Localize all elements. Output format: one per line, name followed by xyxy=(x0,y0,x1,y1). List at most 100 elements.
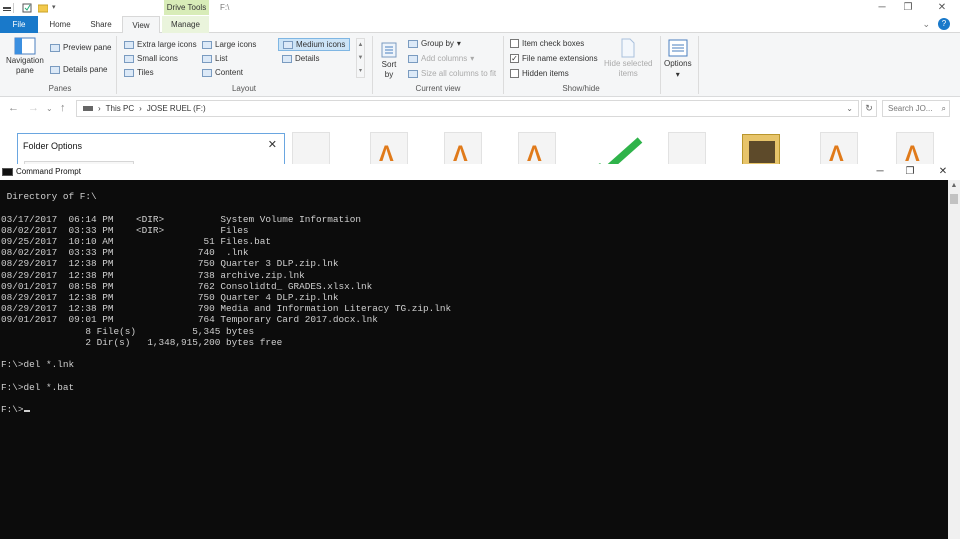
console-line: Directory of F:\ xyxy=(1,191,97,203)
close-icon[interactable]: ✕ xyxy=(932,2,952,13)
new-folder-icon[interactable] xyxy=(37,3,49,13)
large-icons-label: Large icons xyxy=(215,40,257,49)
options-button[interactable]: Options ▾ xyxy=(664,39,692,79)
medium-icons-icon xyxy=(283,40,293,49)
content-option[interactable]: Content xyxy=(202,68,243,77)
medium-icons-label: Medium icons xyxy=(296,40,346,49)
command-prompt-icon xyxy=(2,168,13,176)
forward-arrow-icon[interactable]: → xyxy=(28,102,39,114)
command-prompt-title: Command Prompt xyxy=(16,167,81,176)
item-check-boxes-label: Item check boxes xyxy=(522,39,585,48)
console-line: 03/17/2017 06:14 PM <DIR> System Volume … xyxy=(1,213,362,225)
address-dropdown-icon[interactable]: ⌄ xyxy=(846,101,853,116)
large-icons-icon xyxy=(202,40,212,49)
details-option[interactable]: Details xyxy=(282,54,319,63)
text-cursor xyxy=(23,410,30,413)
close-icon[interactable]: ✕ xyxy=(935,164,951,180)
add-columns-label: Add columns xyxy=(421,54,468,63)
drive-icon xyxy=(83,106,93,111)
tab-share[interactable]: Share xyxy=(84,16,118,33)
tab-manage[interactable]: Manage xyxy=(162,16,209,33)
large-icons-option[interactable]: Large icons xyxy=(202,40,256,49)
tiles-option[interactable]: Tiles xyxy=(124,68,154,77)
chevron-down-icon: ▾ xyxy=(470,54,475,63)
breadcrumb-this-pc[interactable]: This PC xyxy=(106,101,134,116)
details-pane-button[interactable]: Details pane xyxy=(50,65,107,74)
chevron-down-icon: ▾ xyxy=(675,70,680,79)
console-line: 2 Dir(s) 1,348,915,200 bytes free xyxy=(1,336,283,348)
expand-ribbon-icon[interactable]: ⌄ xyxy=(922,19,930,30)
console-line: 09/01/2017 08:58 PM 762 Consolidtd_ GRAD… xyxy=(1,280,373,292)
console-output[interactable]: Directory of F:\ 03/17/2017 06:14 PM <DI… xyxy=(0,180,948,539)
list-label: List xyxy=(215,54,228,63)
minimize-icon[interactable]: ─ xyxy=(872,164,888,180)
window-menu-icon[interactable] xyxy=(2,3,12,13)
address-bar[interactable]: › This PC › JOSE RUEL (F:) ⌄ xyxy=(76,100,859,117)
back-arrow-icon[interactable]: ← xyxy=(8,102,19,114)
hidden-items-toggle[interactable]: Hidden items xyxy=(510,69,569,78)
tab-home[interactable]: Home xyxy=(44,16,76,33)
layout-scroll-buttons[interactable]: ▲ ▼ ▾ xyxy=(356,38,365,78)
preview-pane-button[interactable]: Preview pane xyxy=(50,43,111,52)
options-icon xyxy=(668,39,688,57)
scrollbar-thumb[interactable] xyxy=(950,194,958,204)
group-by-button[interactable]: Group by ▾ xyxy=(408,39,461,48)
sort-by-button[interactable]: Sort by xyxy=(380,41,398,79)
list-icon xyxy=(202,54,212,63)
properties-icon[interactable] xyxy=(22,3,32,13)
file-name-extensions-label: File name extensions xyxy=(522,54,598,63)
recent-locations-icon[interactable]: ⌄ xyxy=(46,104,53,113)
hide-selected-items-button[interactable]: Hide selected items xyxy=(604,38,652,78)
extra-large-icons-option[interactable]: Extra large icons xyxy=(124,40,197,49)
sort-by-label-2: by xyxy=(384,70,394,79)
search-input[interactable]: Search JO... ⌕ xyxy=(882,100,950,117)
refresh-icon[interactable]: ↻ xyxy=(861,100,877,117)
navigation-pane-button[interactable]: Navigation pane xyxy=(6,37,44,75)
image-thumbnail-icon xyxy=(749,141,775,163)
size-all-columns-button[interactable]: Size all columns to fit xyxy=(408,69,496,78)
window-title: F:\ xyxy=(220,3,230,12)
small-icons-option[interactable]: Small icons xyxy=(124,54,178,63)
content-label: Content xyxy=(215,68,244,77)
item-check-boxes-checkbox[interactable] xyxy=(510,39,519,48)
maximize-icon[interactable]: ❐ xyxy=(898,2,918,13)
ribbon-divider xyxy=(698,36,699,94)
list-option[interactable]: List xyxy=(202,54,227,63)
item-check-boxes-toggle[interactable]: Item check boxes xyxy=(510,39,584,48)
file-name-extensions-toggle[interactable]: ✓ File name extensions xyxy=(510,54,598,63)
scroll-up-icon[interactable]: ▲ xyxy=(948,180,960,192)
medium-icons-option[interactable]: Medium icons xyxy=(278,38,351,51)
explorer-title-bar: ▾ Drive Tools F:\ ─ ❐ ✕ xyxy=(0,0,960,16)
details-label: Details xyxy=(295,54,320,63)
ribbon-divider xyxy=(372,36,373,94)
tiles-label: Tiles xyxy=(137,68,154,77)
navigation-pane-icon xyxy=(14,37,36,55)
minimize-icon[interactable]: ─ xyxy=(872,2,892,13)
maximize-icon[interactable]: ❐ xyxy=(902,164,918,180)
hide-selected-label-2: items xyxy=(618,69,638,78)
details-pane-icon xyxy=(50,65,60,74)
command-prompt-title-bar: Command Prompt ─ ❐ ✕ xyxy=(0,164,960,180)
drive-tools-context-label: Drive Tools xyxy=(164,0,209,15)
command-prompt-window: Command Prompt ─ ❐ ✕ Directory of F:\ 03… xyxy=(0,164,960,539)
tiles-icon xyxy=(124,68,134,77)
navigation-pane-label-2: pane xyxy=(16,66,34,75)
file-name-extensions-checkbox[interactable]: ✓ xyxy=(510,54,519,63)
ribbon-view: Navigation pane Preview pane Details pan… xyxy=(0,33,960,97)
quick-access-dropdown-icon[interactable]: ▾ xyxy=(52,3,62,13)
show-hide-group-label: Show/hide xyxy=(562,84,600,93)
console-line: 08/02/2017 03:33 PM <DIR> Files xyxy=(1,224,249,236)
close-icon[interactable]: ✕ xyxy=(268,138,277,151)
add-columns-button[interactable]: Add columns ▾ xyxy=(408,54,474,63)
tab-file[interactable]: File xyxy=(0,16,38,33)
hidden-items-checkbox[interactable] xyxy=(510,69,519,78)
help-icon[interactable]: ? xyxy=(938,18,950,30)
console-scrollbar[interactable]: ▲ xyxy=(948,180,960,539)
breadcrumb-drive[interactable]: JOSE RUEL (F:) xyxy=(147,101,206,116)
tab-view[interactable]: View xyxy=(122,16,160,34)
up-arrow-icon[interactable]: ↑ xyxy=(60,102,66,114)
